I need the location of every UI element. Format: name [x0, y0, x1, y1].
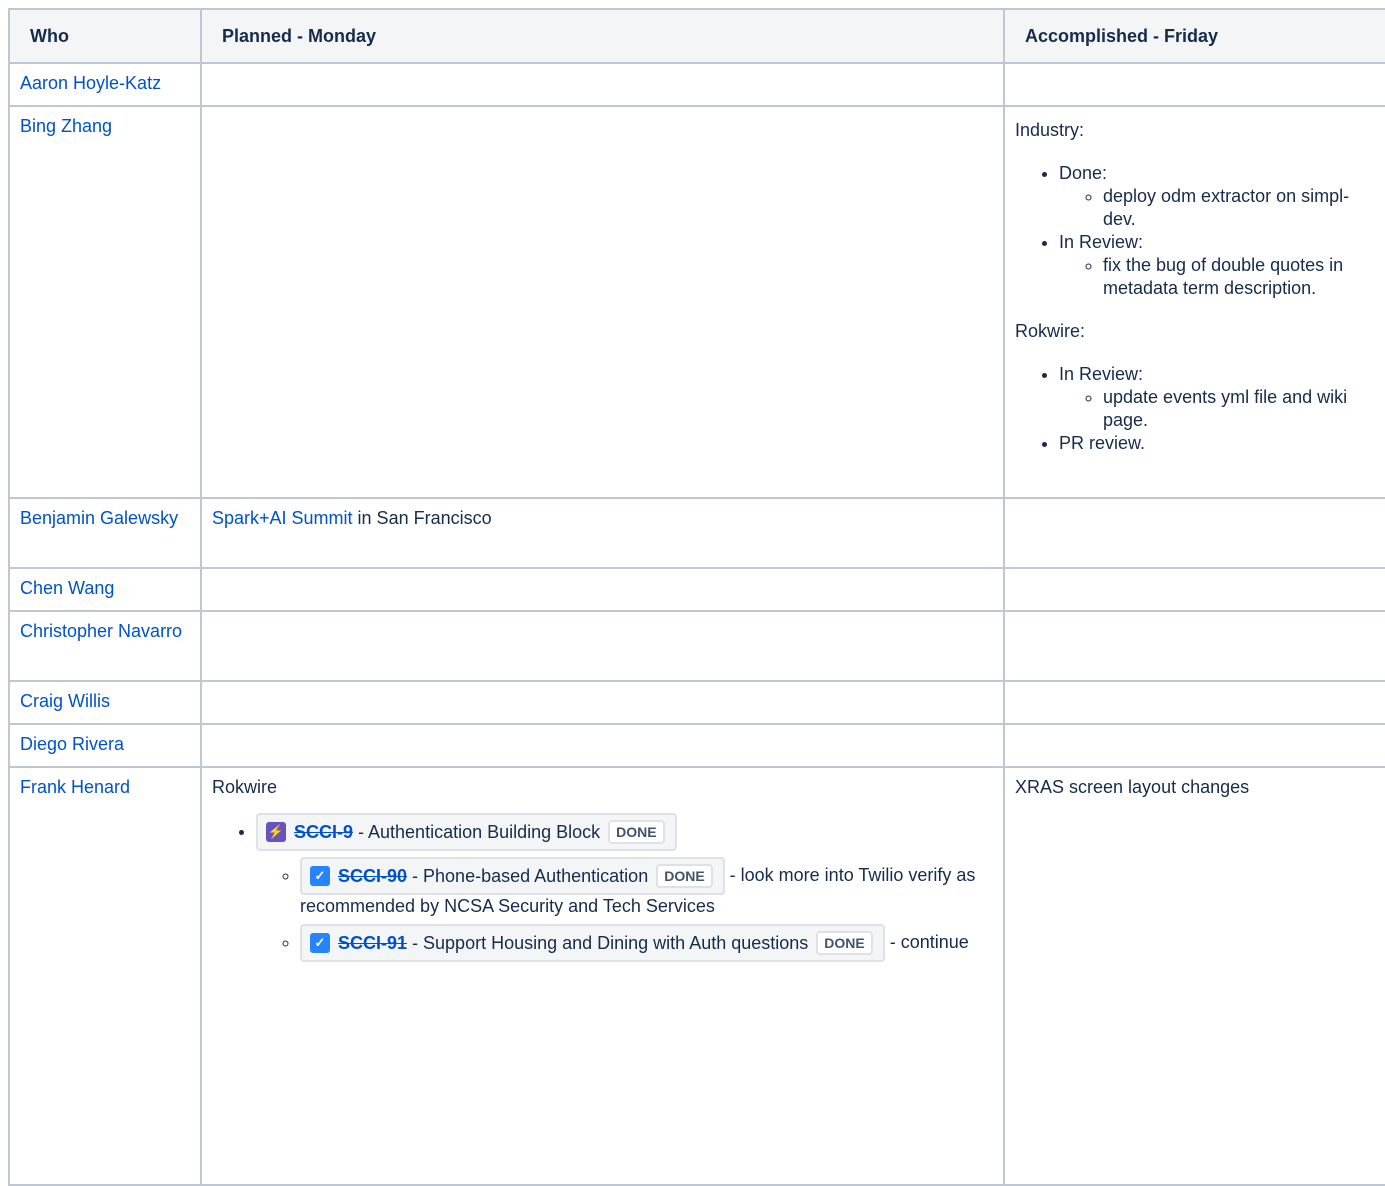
- list-item: In Review: update events yml file and wi…: [1059, 363, 1375, 432]
- planned-text: in San Francisco: [352, 508, 492, 528]
- user-link[interactable]: Chen Wang: [20, 578, 114, 598]
- table-row: Chen Wang: [8, 567, 1385, 612]
- rokwire-list: In Review: update events yml file and wi…: [1015, 363, 1375, 455]
- who-cell: Craig Willis: [8, 680, 202, 725]
- accomplished-cell[interactable]: [1003, 680, 1385, 725]
- accomplished-cell[interactable]: [1003, 610, 1385, 682]
- planned-cell[interactable]: [200, 567, 1005, 612]
- epic-lightning-icon: ⚡: [266, 822, 286, 842]
- status-badge: DONE: [816, 931, 873, 955]
- planned-cell[interactable]: Rokwire ⚡ SCCI-9 - Authentication Buildi…: [200, 766, 1005, 1186]
- planned-cell[interactable]: [200, 105, 1005, 499]
- jira-summary: - Phone-based Authentication: [407, 865, 649, 886]
- jira-issue-link[interactable]: SCCI-91: [338, 933, 407, 953]
- status-badge: DONE: [656, 864, 713, 888]
- list-item: Done: deploy odm extractor on simpl-dev.: [1059, 162, 1375, 231]
- header-accomplished[interactable]: Accomplished - Friday: [1003, 8, 1385, 64]
- industry-list: Done: deploy odm extractor on simpl-dev.…: [1015, 162, 1375, 300]
- planned-heading: Rokwire: [212, 777, 278, 797]
- list-item: ⚡ SCCI-9 - Authentication Building Block…: [256, 813, 993, 962]
- accomplished-cell[interactable]: Industry: Done: deploy odm extractor on …: [1003, 105, 1385, 499]
- who-cell: Benjamin Galewsky: [8, 497, 202, 569]
- summit-link[interactable]: Spark+AI Summit: [212, 508, 353, 528]
- status-badge: DONE: [608, 820, 665, 844]
- planned-cell[interactable]: Spark+AI Summit in San Francisco: [200, 497, 1005, 569]
- table-row: Bing Zhang Industry: Done: deploy odm ex…: [8, 105, 1385, 499]
- list-item: deploy odm extractor on simpl-dev.: [1103, 185, 1375, 231]
- jira-list: ⚡ SCCI-9 - Authentication Building Block…: [212, 813, 993, 962]
- inreview-label: In Review:: [1059, 232, 1144, 252]
- user-link[interactable]: Christopher Navarro: [20, 621, 182, 641]
- subtask-list: ✓ SCCI-90 - Phone-based Authentication D…: [256, 857, 993, 962]
- table-row: Aaron Hoyle-Katz: [8, 62, 1385, 107]
- planned-cell[interactable]: [200, 680, 1005, 725]
- jira-summary: - Authentication Building Block: [353, 821, 601, 842]
- inreview-label: In Review:: [1059, 364, 1144, 384]
- jira-issue-link[interactable]: SCCI-9: [294, 822, 353, 842]
- task-checkbox-icon: ✓: [310, 933, 330, 953]
- who-cell: Aaron Hoyle-Katz: [8, 62, 202, 107]
- list-item: update events yml file and wiki page.: [1103, 386, 1375, 432]
- accomplished-text: XRAS screen layout changes: [1015, 777, 1250, 797]
- inreview-sublist: update events yml file and wiki page.: [1059, 386, 1375, 432]
- who-cell: Chen Wang: [8, 567, 202, 612]
- list-item: ✓ SCCI-91 - Support Housing and Dining w…: [300, 924, 993, 962]
- rokwire-heading: Rokwire:: [1015, 321, 1086, 341]
- list-item: PR review.: [1059, 432, 1375, 455]
- jira-issue-macro[interactable]: ✓ SCCI-90 - Phone-based Authentication D…: [300, 857, 725, 895]
- status-table: Who Planned - Monday Accomplished - Frid…: [8, 8, 1385, 1186]
- table-row: Diego Rivera: [8, 723, 1385, 768]
- planned-cell[interactable]: [200, 610, 1005, 682]
- inreview-sublist: fix the bug of double quotes in metadata…: [1059, 254, 1375, 300]
- table-row: Benjamin Galewsky Spark+AI Summit in San…: [8, 497, 1385, 569]
- user-link[interactable]: Frank Henard: [20, 777, 130, 797]
- done-label: Done:: [1059, 163, 1108, 183]
- task-checkbox-icon: ✓: [310, 866, 330, 886]
- jira-issue-macro[interactable]: ⚡ SCCI-9 - Authentication Building Block…: [256, 813, 677, 851]
- planned-cell[interactable]: [200, 62, 1005, 107]
- who-cell: Frank Henard: [8, 766, 202, 1186]
- user-link[interactable]: Aaron Hoyle-Katz: [20, 73, 161, 93]
- user-link[interactable]: Craig Willis: [20, 691, 110, 711]
- list-item: ✓ SCCI-90 - Phone-based Authentication D…: [300, 857, 993, 918]
- accomplished-cell[interactable]: [1003, 567, 1385, 612]
- table-row: Craig Willis: [8, 680, 1385, 725]
- done-sublist: deploy odm extractor on simpl-dev.: [1059, 185, 1375, 231]
- accomplished-cell[interactable]: [1003, 723, 1385, 768]
- table-row: Christopher Navarro: [8, 610, 1385, 682]
- accomplished-cell[interactable]: [1003, 62, 1385, 107]
- jira-issue-link[interactable]: SCCI-90: [338, 866, 407, 886]
- list-item: In Review: fix the bug of double quotes …: [1059, 231, 1375, 300]
- user-link[interactable]: Diego Rivera: [20, 734, 124, 754]
- accomplished-cell[interactable]: [1003, 497, 1385, 569]
- accomplished-cell[interactable]: XRAS screen layout changes: [1003, 766, 1385, 1186]
- list-item: fix the bug of double quotes in metadata…: [1103, 254, 1375, 300]
- header-row: Who Planned - Monday Accomplished - Frid…: [8, 8, 1385, 64]
- jira-summary: - Support Housing and Dining with Auth q…: [407, 932, 809, 953]
- subtask-note: - continue: [884, 931, 969, 952]
- who-cell: Bing Zhang: [8, 105, 202, 499]
- who-cell: Diego Rivera: [8, 723, 202, 768]
- table-row: Frank Henard Rokwire ⚡ SCCI-9 - Authenti…: [8, 766, 1385, 1186]
- planned-cell[interactable]: [200, 723, 1005, 768]
- user-link[interactable]: Benjamin Galewsky: [20, 508, 178, 528]
- user-link[interactable]: Bing Zhang: [20, 116, 112, 136]
- jira-issue-macro[interactable]: ✓ SCCI-91 - Support Housing and Dining w…: [300, 924, 885, 962]
- who-cell: Christopher Navarro: [8, 610, 202, 682]
- industry-heading: Industry:: [1015, 120, 1085, 140]
- header-who[interactable]: Who: [8, 8, 202, 64]
- header-planned[interactable]: Planned - Monday: [200, 8, 1005, 64]
